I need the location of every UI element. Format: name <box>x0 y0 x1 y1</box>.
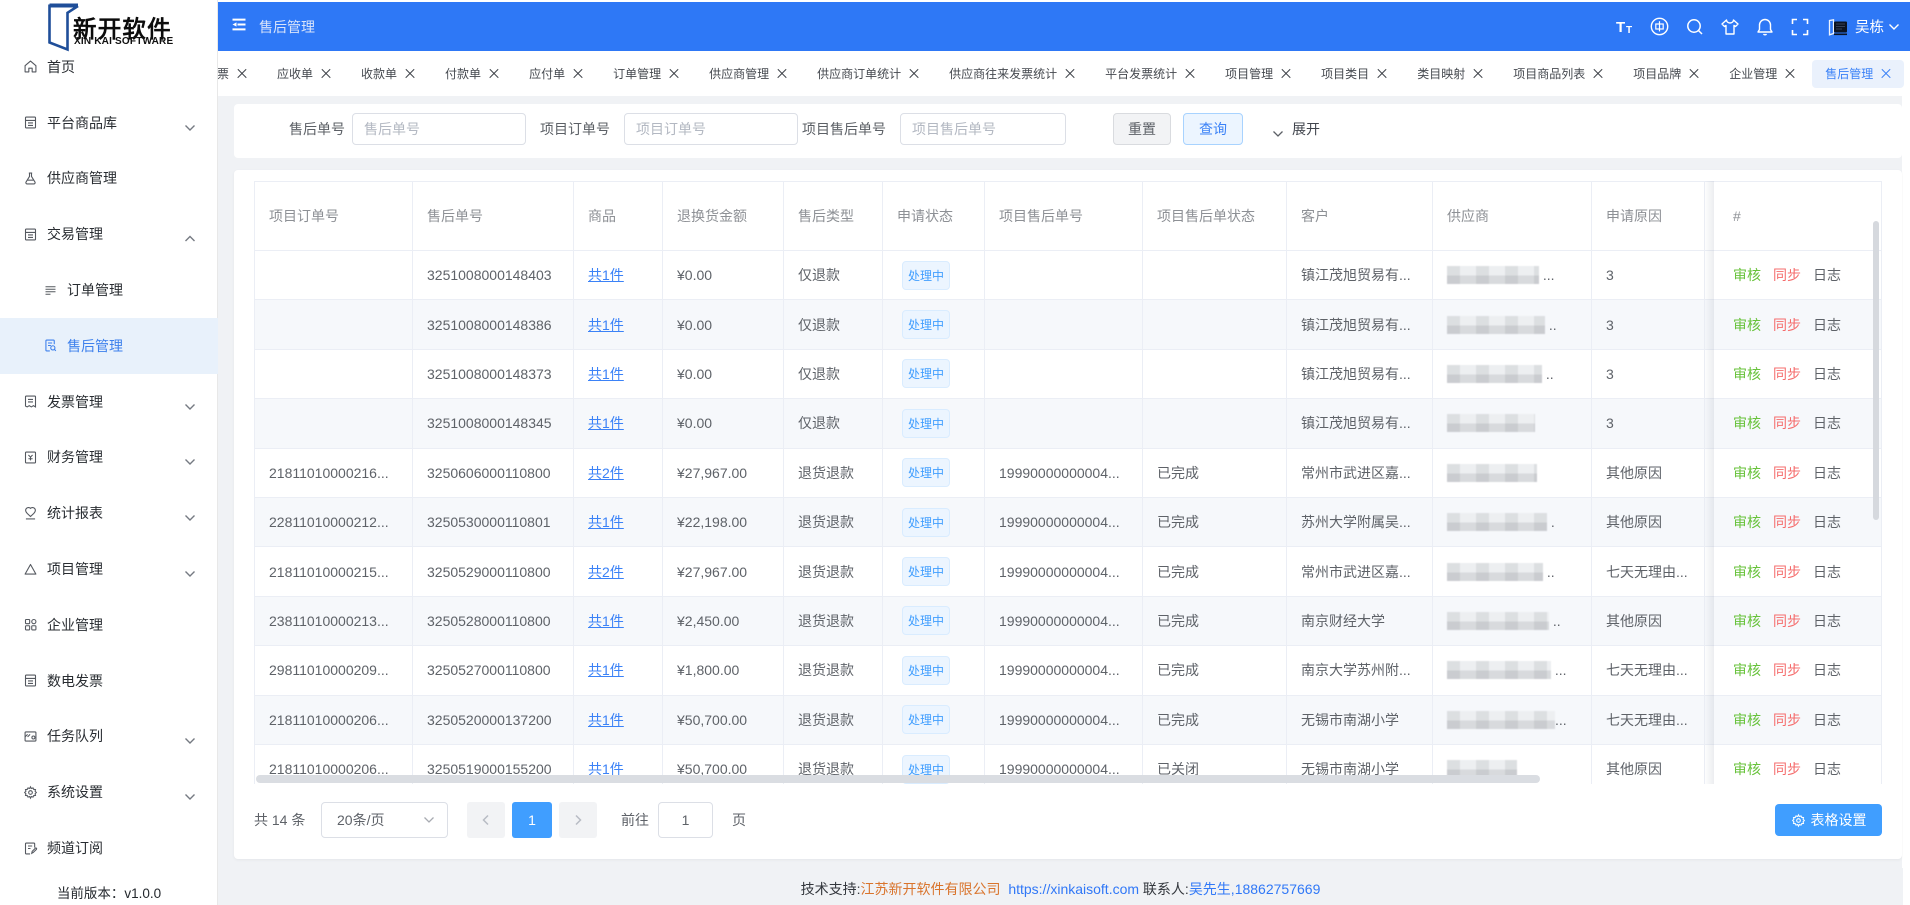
svg-text:T: T <box>1626 25 1632 36</box>
svg-text:T: T <box>1616 19 1625 36</box>
